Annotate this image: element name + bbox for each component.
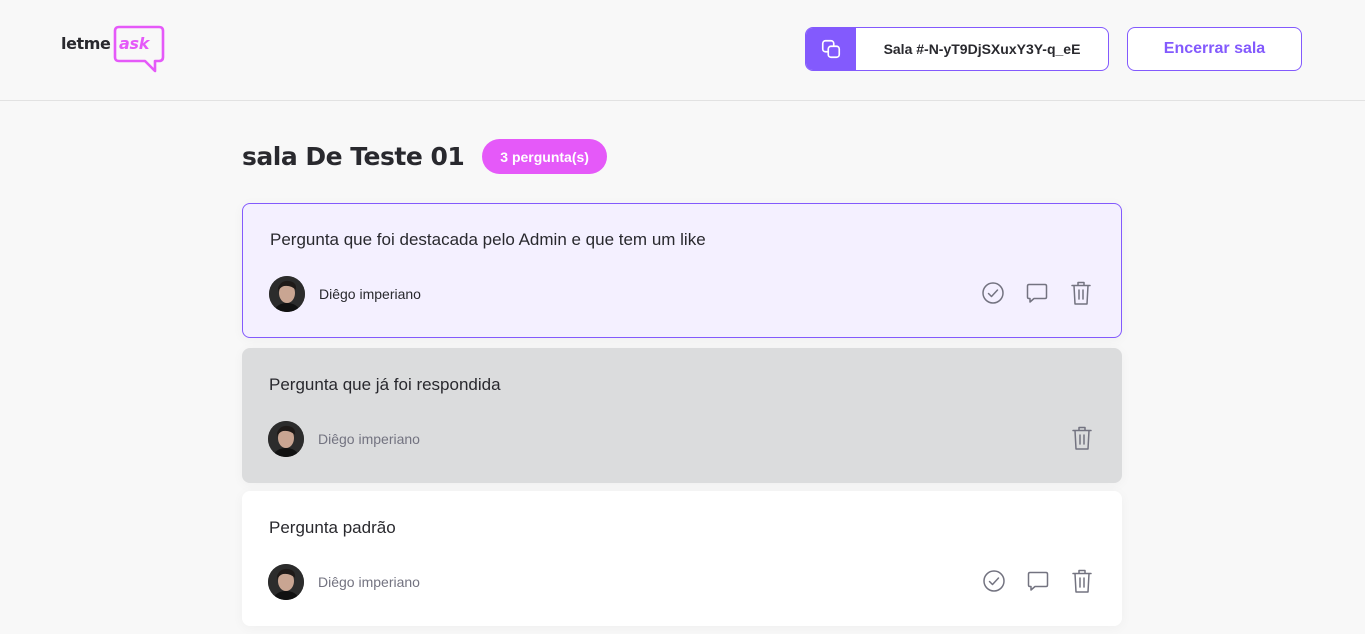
delete-question-button[interactable] [1067, 279, 1095, 307]
room-code-label: Sala #-N-yT9DjSXuxY3Y-q_eE [883, 41, 1081, 57]
mark-answered-button[interactable] [980, 567, 1008, 595]
avatar [269, 276, 305, 312]
author-name: Diêgo imperiano [318, 574, 420, 590]
trash-icon [1072, 569, 1092, 593]
avatar [268, 421, 304, 457]
delete-question-button[interactable] [1068, 424, 1096, 452]
copy-icon [821, 39, 841, 59]
check-circle-icon [983, 570, 1005, 592]
mark-answered-button[interactable] [979, 279, 1007, 307]
highlight-button[interactable] [1024, 567, 1052, 595]
question-actions [1068, 424, 1096, 452]
logo-text-ask: ask [119, 34, 150, 53]
avatar [268, 564, 304, 600]
trash-icon [1071, 281, 1091, 305]
question-card-answered: Pergunta que já foi respondida Diêgo imp… [242, 348, 1122, 483]
question-author: Diêgo imperiano [269, 276, 421, 312]
letmeask-logo[interactable]: letme ask [61, 24, 167, 76]
author-name: Diêgo imperiano [318, 431, 420, 447]
question-card-highlighted: Pergunta que foi destacada pelo Admin e … [242, 203, 1122, 338]
question-actions [980, 567, 1096, 595]
copy-icon-box [806, 28, 856, 70]
room-code-button[interactable]: Sala #-N-yT9DjSXuxY3Y-q_eE [805, 27, 1109, 71]
page-title: sala De Teste 01 [242, 142, 465, 171]
question-content: Pergunta padrão [269, 518, 396, 537]
end-room-button[interactable]: Encerrar sala [1127, 27, 1302, 71]
question-author: Diêgo imperiano [268, 564, 420, 600]
room-title-row: sala De Teste 01 3 pergunta(s) [242, 139, 607, 174]
avatar-image [268, 564, 304, 600]
delete-question-button[interactable] [1068, 567, 1096, 595]
question-count-badge: 3 pergunta(s) [482, 139, 607, 174]
check-circle-icon [982, 282, 1004, 304]
answer-bubble-icon [1026, 283, 1048, 303]
avatar-image [269, 276, 305, 312]
question-content: Pergunta que foi destacada pelo Admin e … [270, 230, 706, 249]
question-card-default: Pergunta padrão Diêgo imperiano [242, 491, 1122, 626]
trash-icon [1072, 426, 1092, 450]
question-actions [979, 279, 1095, 307]
question-author: Diêgo imperiano [268, 421, 420, 457]
author-name: Diêgo imperiano [319, 286, 421, 302]
answer-bubble-icon [1027, 571, 1049, 591]
question-content: Pergunta que já foi respondida [269, 375, 501, 394]
avatar-image [268, 421, 304, 457]
logo-text-letme: letme [61, 34, 111, 53]
header: letme ask Sala #-N-yT9DjSXuxY3Y-q_eE Enc… [0, 0, 1365, 101]
highlight-button[interactable] [1023, 279, 1051, 307]
